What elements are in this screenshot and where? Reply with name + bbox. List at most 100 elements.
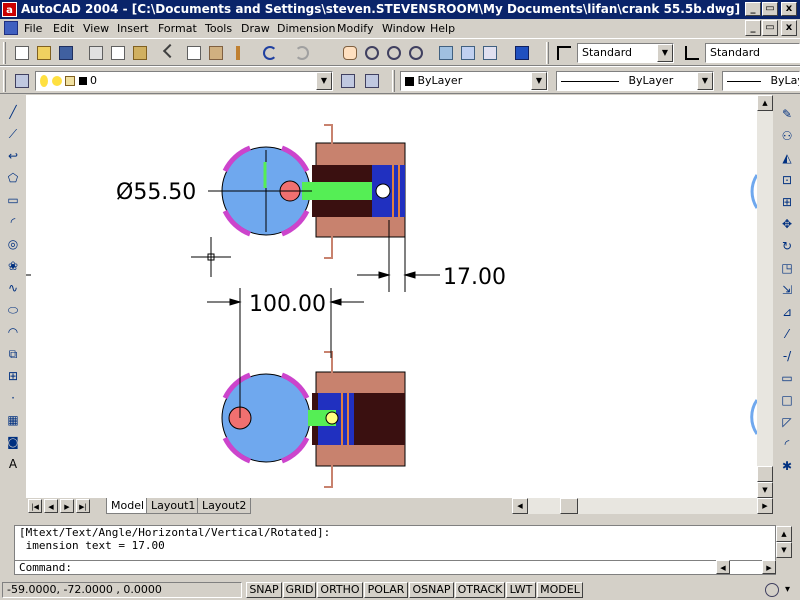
save-button[interactable] [56,43,76,63]
offset-icon[interactable]: ⊡ [778,171,796,189]
width-dimension-text[interactable]: 17.00 [443,265,506,290]
coordinate-readout[interactable]: -59.0000, -72.0000 , 0.0000 [2,582,242,598]
scroll-left-icon[interactable]: ◀ [512,498,528,514]
polar-toggle[interactable]: POLAR [364,582,408,598]
menu-help[interactable]: Help [430,22,455,35]
text-style-icon[interactable] [554,43,574,63]
menu-tools[interactable]: Tools [205,22,232,35]
toolbar-grip[interactable] [3,70,6,92]
copy-button[interactable] [184,43,204,63]
hscroll-thumb[interactable] [560,498,578,514]
menu-modify[interactable]: Modify [337,22,373,35]
horizontal-scrollbar[interactable]: ◀ ▶ [512,498,773,514]
make-block-icon[interactable]: ⊞ [4,367,22,385]
ellipse-arc-icon[interactable]: ◠ [4,323,22,341]
move-icon[interactable]: ✥ [778,215,796,233]
arc-icon[interactable]: ◜ [4,213,22,231]
last-tab-icon[interactable]: ▶| [76,499,90,513]
next-tab-icon[interactable]: ▶ [60,499,74,513]
otrack-toggle[interactable]: OTRACK [455,582,505,598]
prev-tab-icon[interactable]: ◀ [44,499,58,513]
lengthen-icon[interactable]: ⊿ [778,303,796,321]
scroll-down-icon[interactable]: ▼ [757,482,773,498]
ortho-toggle[interactable]: ORTHO [317,582,363,598]
cmd-scroll-down-icon[interactable]: ▼ [776,542,792,558]
lightbulb-icon[interactable] [40,75,48,87]
undo-icon[interactable] [260,43,280,63]
layer-previous-icon[interactable] [362,71,382,91]
redo-icon[interactable] [292,43,312,63]
mirror-icon[interactable]: ◭ [778,149,796,167]
chamfer-icon[interactable]: ◸ [778,413,796,431]
toolbar-grip[interactable] [392,70,395,92]
menu-format[interactable]: Format [158,22,197,35]
diameter-dimension-text[interactable]: Ø55.50 [116,180,196,205]
help-icon[interactable] [512,43,532,63]
chevron-down-icon[interactable]: ▼ [697,72,713,90]
tab-layout2[interactable]: Layout2 [197,498,252,514]
zoom-realtime-icon[interactable] [362,43,382,63]
break-at-point-icon[interactable]: □ [778,391,796,409]
restore-button[interactable]: ▭ [762,2,778,16]
new-button[interactable] [12,43,32,63]
menu-view[interactable]: View [83,22,109,35]
stretch-icon[interactable]: ⇲ [778,281,796,299]
multiline-text-icon[interactable]: A [4,455,22,473]
scale-icon[interactable]: ◳ [778,259,796,277]
line-icon[interactable]: ╱ [4,103,22,121]
menu-draw[interactable]: Draw [241,22,270,35]
design-center-icon[interactable] [458,43,478,63]
plot-preview-button[interactable] [108,43,128,63]
rotate-icon[interactable]: ↻ [778,237,796,255]
status-menu-chevron-icon[interactable]: ▾ [785,584,790,595]
color-select[interactable]: ByLayer ▼ [400,71,548,91]
publish-button[interactable] [130,43,150,63]
region-icon[interactable]: ◙ [4,433,22,451]
matchprop-brush-icon[interactable] [228,43,248,63]
dim-style-select[interactable]: Standard [705,43,800,63]
plot-button[interactable] [86,43,106,63]
construction-line-icon[interactable]: ⟋ [4,125,22,143]
minimize-button[interactable]: _ [745,2,761,16]
polygon-icon[interactable]: ⬠ [4,169,22,187]
rectangle-icon[interactable]: ▭ [4,191,22,209]
erase-icon[interactable]: ✎ [778,105,796,123]
spline-icon[interactable]: ∿ [4,279,22,297]
sun-icon[interactable] [51,76,62,86]
open-button[interactable] [34,43,54,63]
model-toggle[interactable]: MODEL [537,582,583,598]
grid-toggle[interactable]: GRID [283,582,316,598]
doc-minimize-button[interactable]: _ [745,20,761,36]
point-icon[interactable]: · [4,389,22,407]
lineweight-select[interactable]: ByLayer [722,71,800,91]
first-tab-icon[interactable]: |◀ [28,499,42,513]
menu-dimension[interactable]: Dimension [277,22,335,35]
fillet-icon[interactable]: ◜ [778,435,796,453]
close-button[interactable]: x [781,2,797,16]
tool-palettes-icon[interactable] [480,43,500,63]
tab-model[interactable]: Model [106,498,150,514]
extend-icon[interactable]: -/ [778,347,796,365]
linetype-select[interactable]: ByLayer ▼ [556,71,714,91]
cmd-scroll-up-icon[interactable]: ▲ [776,526,792,542]
vertical-scrollbar[interactable]: ▲ ▼ [757,95,773,498]
copy-object-icon[interactable]: ⚇ [778,127,796,145]
menu-file[interactable]: File [24,22,42,35]
circle-icon[interactable]: ◎ [4,235,22,253]
distance-dimension-text[interactable]: 100.00 [249,292,326,317]
scroll-thumb[interactable] [757,466,773,482]
cmd-scroll-right-icon[interactable]: ▶ [762,560,776,574]
make-current-layer-icon[interactable] [338,71,358,91]
zoom-window-icon[interactable] [384,43,404,63]
menu-window[interactable]: Window [382,22,425,35]
toolbar-grip[interactable] [3,42,6,64]
pan-icon[interactable] [340,43,360,63]
lwt-toggle[interactable]: LWT [506,582,536,598]
cmd-scroll-left-icon[interactable]: ◀ [716,560,730,574]
polyline-icon[interactable]: ↩ [4,147,22,165]
trim-icon[interactable]: ⁄ [778,325,796,343]
zoom-previous-icon[interactable] [406,43,426,63]
layer-manager-icon[interactable] [12,71,32,91]
array-icon[interactable]: ⊞ [778,193,796,211]
lock-icon[interactable] [65,76,75,86]
